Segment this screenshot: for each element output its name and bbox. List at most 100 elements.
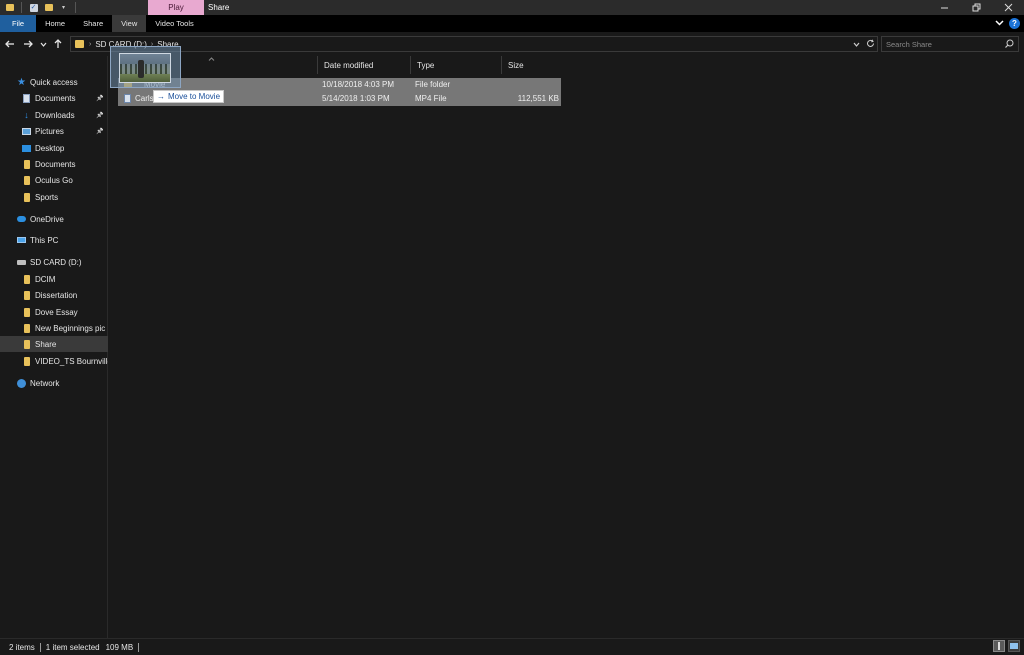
- refresh-icon[interactable]: [866, 39, 875, 50]
- selection-count: 1 item selected: [45, 642, 100, 652]
- pin-icon[interactable]: 📌: [96, 128, 103, 135]
- status-bar: 2 items 1 item selected 109 MB: [0, 638, 1024, 655]
- folder-icon: [22, 274, 31, 284]
- star-icon: ★: [17, 76, 26, 88]
- video-file-icon: [124, 94, 131, 103]
- column-header-date-modified[interactable]: Date modified: [318, 56, 411, 74]
- sidebar-item-new-beginnings-pic[interactable]: New Beginnings pic: [0, 320, 108, 336]
- window-title: Share: [208, 3, 230, 12]
- tab-video-tools[interactable]: Video Tools: [146, 15, 203, 32]
- folder-icon: [22, 192, 31, 202]
- contextual-tab-play[interactable]: Play: [148, 0, 204, 15]
- search-box[interactable]: [881, 36, 1019, 52]
- selection-size: 109 MB: [105, 642, 134, 652]
- sidebar-item-documents[interactable]: Documents 📌: [0, 90, 108, 106]
- sidebar-item-network[interactable]: Network: [0, 375, 108, 391]
- expand-ribbon-chevron-icon[interactable]: [995, 18, 1004, 29]
- folder-icon: [22, 175, 31, 185]
- sidebar-item-label: OneDrive: [30, 214, 64, 224]
- file-date-modified: 5/14/2018 1:03 PM: [322, 94, 390, 103]
- sidebar-item-label: DCIM: [35, 274, 56, 284]
- sidebar-item-share[interactable]: Share: [0, 336, 108, 352]
- window-controls: [928, 0, 1024, 15]
- file-size: 112,551 KB: [517, 94, 559, 103]
- navigation-pane: ★ Quick access Documents 📌 ↓ Downloads 📌 Pictur…: [0, 56, 108, 638]
- minimize-button[interactable]: [928, 0, 960, 15]
- folder-icon: [22, 159, 31, 169]
- folder-icon: [75, 40, 84, 48]
- sidebar-item-oculus-go[interactable]: Oculus Go: [0, 172, 108, 188]
- sidebar-item-label: VIDEO_TS Bournville: [35, 356, 108, 366]
- drag-tooltip-text: Move to Movie: [168, 92, 221, 101]
- sidebar-item-pictures[interactable]: Pictures 📌: [0, 123, 108, 139]
- recent-locations-button[interactable]: [38, 34, 48, 54]
- document-icon: [22, 93, 31, 103]
- column-header-type[interactable]: Type: [411, 56, 502, 74]
- folder-icon: [22, 323, 31, 333]
- sidebar-item-dcim[interactable]: DCIM: [0, 271, 108, 287]
- minimize-icon: [940, 7, 948, 9]
- cloud-icon: [17, 215, 26, 224]
- computer-icon: [17, 236, 26, 245]
- sidebar-item-label: Dove Essay: [35, 307, 78, 317]
- address-history-chevron-icon[interactable]: [853, 40, 860, 49]
- sidebar-item-quick-access[interactable]: ★ Quick access: [0, 74, 108, 90]
- tab-home[interactable]: Home: [36, 15, 74, 32]
- sidebar-item-sd-card-d[interactable]: SD CARD (D:): [0, 254, 108, 270]
- sidebar-item-onedrive[interactable]: OneDrive: [0, 211, 108, 227]
- sidebar-item-dissertation[interactable]: Dissertation: [0, 287, 108, 303]
- sidebar-item-documents[interactable]: Documents: [0, 156, 108, 172]
- file-type: File folder: [415, 80, 451, 89]
- file-type: MP4 File: [415, 94, 447, 103]
- sidebar-item-label: SD CARD (D:): [30, 257, 82, 267]
- close-button[interactable]: [992, 0, 1024, 15]
- folder-icon[interactable]: [5, 3, 14, 12]
- ribbon-tabs: File Home Share View Video Tools: [0, 15, 1024, 32]
- large-icons-view-button[interactable]: [1008, 640, 1020, 652]
- sidebar-item-video-ts-bournville[interactable]: VIDEO_TS Bournville: [0, 353, 108, 369]
- tab-view[interactable]: View: [112, 15, 147, 32]
- view-toggle: [993, 640, 1020, 652]
- details-view-button[interactable]: [993, 640, 1005, 652]
- large-icons-view-icon: [1010, 643, 1018, 649]
- desktop-icon: [22, 144, 31, 153]
- sidebar-item-desktop[interactable]: Desktop: [0, 140, 108, 156]
- up-button[interactable]: [50, 34, 66, 54]
- help-icon[interactable]: ?: [1009, 18, 1020, 29]
- sidebar-item-this-pc[interactable]: This PC: [0, 232, 108, 248]
- sidebar-item-dove-essay[interactable]: Dove Essay: [0, 304, 108, 320]
- sidebar-item-label: Sports: [35, 192, 59, 202]
- pin-icon[interactable]: 📌: [96, 112, 103, 119]
- ribbon-controls: ?: [995, 15, 1020, 32]
- new-folder-icon[interactable]: [44, 3, 53, 12]
- sort-chevron-icon: [208, 57, 215, 61]
- sidebar-item-label: Network: [30, 378, 60, 388]
- properties-icon[interactable]: ✓: [29, 3, 38, 12]
- file-date-modified: 10/18/2018 4:03 PM: [322, 80, 395, 89]
- details-view-icon: [998, 642, 1000, 650]
- back-button[interactable]: [2, 34, 18, 54]
- quick-access-toolbar: ✓ ▾: [0, 0, 80, 15]
- network-icon: [17, 378, 26, 388]
- address-bar[interactable]: › SD CARD (D:) › Share: [70, 36, 878, 52]
- folder-icon: [22, 307, 31, 317]
- sidebar-item-label: Pictures: [35, 126, 64, 136]
- breadcrumb-chevron-icon[interactable]: ›: [89, 41, 91, 48]
- file-name: Carls: [135, 94, 154, 103]
- sidebar-item-downloads[interactable]: ↓ Downloads 📌: [0, 107, 108, 123]
- restore-icon: [972, 3, 980, 12]
- close-icon: [1004, 3, 1012, 12]
- forward-button[interactable]: [20, 34, 36, 54]
- search-icon[interactable]: [1005, 39, 1014, 48]
- file-list: Date modified Type Size Movie 10/18/2018…: [108, 56, 1024, 638]
- folder-icon: [22, 339, 31, 349]
- pin-icon[interactable]: 📌: [96, 95, 103, 102]
- column-header-size[interactable]: Size: [502, 56, 564, 74]
- customize-toolbar-chevron-icon[interactable]: ▾: [59, 3, 68, 12]
- search-input[interactable]: [886, 39, 1004, 49]
- tab-share[interactable]: Share: [74, 15, 112, 32]
- tab-file[interactable]: File: [0, 15, 37, 32]
- restore-button[interactable]: [960, 0, 992, 15]
- drag-tooltip: → Move to Movie: [153, 90, 225, 103]
- sidebar-item-sports[interactable]: Sports: [0, 189, 108, 205]
